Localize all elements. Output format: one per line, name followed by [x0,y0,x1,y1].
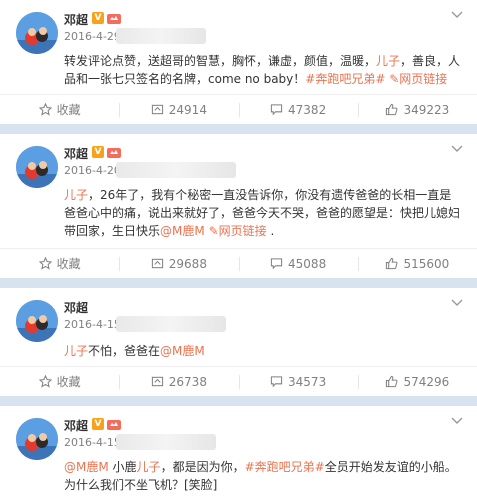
post-separator [0,278,477,288]
comment-icon [270,376,283,388]
favorite-button[interactable]: 收藏 [0,249,119,278]
blurred-source [116,434,216,450]
avatar[interactable] [16,12,58,54]
repost-button[interactable]: 26738 [119,367,238,396]
username[interactable]: 邓超 [64,299,88,316]
repost-count: 26738 [168,374,207,389]
post-content: 转发评论点赞，送超哥的智慧，胸怀，谦虚，颜值，温暖，儿子，善良，人品和一张七只签… [64,52,463,88]
vip-crown-icon [107,148,121,158]
highlight-link[interactable]: #奔跑吧兄弟# [305,72,385,86]
vip-crown-icon [107,14,121,24]
chevron-down-icon[interactable] [451,416,463,426]
blurred-source [116,316,226,332]
thumbs-up-icon [386,103,398,116]
like-button[interactable]: 349223 [357,95,477,124]
like-count: 515600 [403,256,450,271]
like-button[interactable]: 515600 [357,249,477,278]
repost-button[interactable]: 29688 [119,249,238,278]
highlight-link[interactable]: 儿子 [376,54,400,68]
favorite-label: 收藏 [56,103,81,117]
comment-count: 34573 [288,374,327,389]
comment-button[interactable]: 34573 [238,367,358,396]
post-content: 儿子，26年了，我有个秘密一直没告诉你，你没有遗传爸爸的长相一直是爸爸心中的痛，… [64,186,463,240]
username[interactable]: 邓超 [64,145,88,162]
comment-count: 47382 [288,102,327,117]
content-text: 不怕，爸爸在 [88,344,161,358]
star-icon [38,375,52,388]
repost-button[interactable]: 24914 [119,95,238,124]
username[interactable]: 邓超 [64,417,88,434]
comment-button[interactable]: 45088 [238,249,358,278]
content-text: . [266,224,275,238]
repost-count: 29688 [168,256,207,271]
username[interactable]: 邓超 [64,11,88,28]
thumbs-up-icon [386,375,398,388]
post-separator [0,396,477,406]
repost-icon [151,104,163,115]
highlight-link[interactable]: ✎网页链接 [389,72,447,86]
repost-icon [151,258,163,269]
weibo-post: 邓超 V 2016-4-29 转发评论点赞，送超哥的智慧，胸怀，谦虚，颜值，温暖… [0,0,477,124]
comment-icon [270,104,283,116]
verified-icon: V [92,146,104,158]
blurred-source [116,162,236,178]
blurred-source [116,28,206,44]
comment-count: 45088 [288,256,327,271]
like-count: 574296 [403,374,450,389]
action-bar: 收藏 26738 34573 574296 [0,366,477,396]
highlight-link[interactable]: @M鹿M [160,344,205,358]
highlight-link[interactable]: 儿子 [64,188,88,202]
content-text: 小鹿 [108,460,137,474]
repost-icon [151,376,163,387]
timestamp[interactable]: 2016-4-15 [64,436,121,449]
post-separator [0,124,477,134]
timestamp[interactable]: 2016-4-20 [64,164,121,177]
highlight-link[interactable]: @M鹿M [160,224,205,238]
timestamp[interactable]: 2016-4-29 [64,30,121,43]
post-content: @M鹿M 小鹿儿子，都是因为你，#奔跑吧兄弟#全员开始发友谊的小船。为什么我们不… [64,458,463,494]
timestamp[interactable]: 2016-4-15 [64,318,121,331]
content-text: ，都是因为你， [160,460,245,474]
highlight-link[interactable]: ✎网页链接 [209,224,267,238]
favorite-label: 收藏 [56,375,81,389]
content-text: 转发评论点赞，送超哥的智慧，胸怀，谦虚，颜值，温暖， [64,54,377,68]
highlight-link[interactable]: #奔跑吧兄弟# [245,460,325,474]
favorite-button[interactable]: 收藏 [0,367,119,396]
chevron-down-icon[interactable] [451,298,463,308]
repost-count: 24914 [168,102,207,117]
thumbs-up-icon [386,257,398,270]
action-bar: 收藏 29688 45088 515600 [0,248,477,278]
favorite-label: 收藏 [56,257,81,271]
highlight-link[interactable]: 儿子 [137,460,161,474]
star-icon [38,103,52,116]
avatar[interactable] [16,418,58,460]
avatar[interactable] [16,146,58,188]
weibo-post: 邓超 V 2016-4-20 儿子，26年了，我有个秘密一直没告诉你，你没有遗传… [0,134,477,278]
vip-crown-icon [107,420,121,430]
highlight-link[interactable]: @M鹿M [64,460,109,474]
star-icon [38,257,52,270]
favorite-button[interactable]: 收藏 [0,95,119,124]
weibo-post: 邓超 V 2016-4-15 @M鹿M 小鹿儿子，都是因为你，#奔跑吧兄弟#全员… [0,406,477,503]
post-content: 儿子不怕，爸爸在@M鹿M [64,342,463,360]
comment-button[interactable]: 47382 [238,95,358,124]
chevron-down-icon[interactable] [451,10,463,20]
verified-icon: V [92,12,104,24]
highlight-link[interactable]: 儿子 [64,344,88,358]
avatar[interactable] [16,300,58,342]
chevron-down-icon[interactable] [451,144,463,154]
like-button[interactable]: 574296 [357,367,477,396]
verified-icon: V [92,418,104,430]
like-count: 349223 [403,102,450,117]
weibo-post: 邓超 2016-4-15 儿子不怕，爸爸在@M鹿M 收藏 26738 34573… [0,288,477,396]
comment-icon [270,258,283,270]
action-bar: 收藏 24914 47382 349223 [0,94,477,124]
